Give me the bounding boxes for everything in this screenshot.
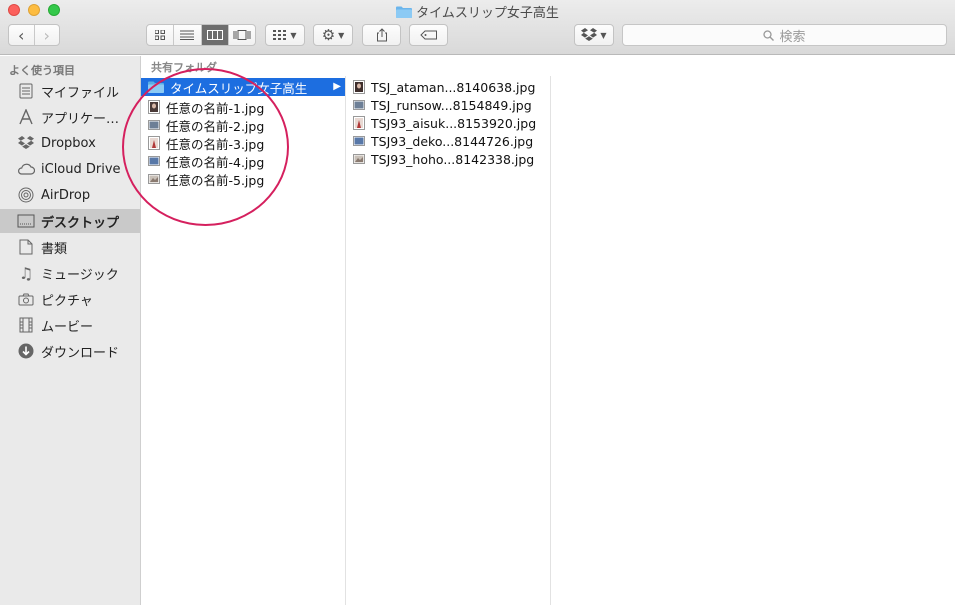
list-icon — [180, 30, 195, 40]
list-item[interactable]: TSJ93_aisuk...8153920.jpg — [346, 114, 536, 132]
column-2: TSJ_ataman...8140638.jpg TSJ_runsow...81… — [346, 76, 551, 605]
sidebar-item-music[interactable]: ♫ ミュージック — [0, 261, 140, 285]
arrange-button[interactable]: ▼ — [265, 24, 305, 46]
list-item[interactable]: TSJ_runsow...8154849.jpg — [346, 96, 532, 114]
toolbar: タイムスリップ女子高生 ‹ › ▼ ⚙ ▼ ▼ 検索 — [0, 0, 955, 55]
forward-button[interactable]: › — [35, 25, 60, 45]
disclosure-arrow-icon: ▶ — [333, 81, 341, 92]
sidebar-heading: よく使う項目 — [9, 64, 75, 77]
dropbox-menu-button[interactable]: ▼ — [574, 24, 614, 46]
camera-icon — [17, 290, 35, 308]
cover-flow-button[interactable] — [229, 25, 255, 45]
cloud-icon — [17, 160, 35, 178]
chevron-down-icon: ▼ — [338, 30, 345, 40]
sidebar-item-applications[interactable]: アプリケー… — [0, 105, 140, 129]
image-thumbnail-icon — [353, 154, 365, 164]
column-3 — [551, 76, 955, 605]
sidebar-item-dropbox[interactable]: Dropbox — [0, 131, 140, 155]
search-placeholder: 検索 — [779, 29, 806, 45]
chevron-down-icon: ▼ — [290, 30, 297, 40]
image-thumbnail-icon — [353, 136, 365, 146]
sidebar-item-all-my-files[interactable]: マイファイル — [0, 79, 140, 103]
image-thumbnail-icon — [353, 116, 365, 130]
list-view-button[interactable] — [174, 25, 202, 45]
image-thumbnail-icon — [353, 80, 365, 94]
edit-tags-button[interactable] — [409, 24, 448, 46]
sidebar-item-documents[interactable]: 書類 — [0, 235, 140, 259]
list-item[interactable]: TSJ_ataman...8140638.jpg — [346, 78, 535, 96]
tag-icon — [419, 30, 437, 40]
folder-icon — [396, 6, 413, 18]
cover-flow-icon — [233, 30, 251, 40]
desktop-icon — [17, 212, 35, 230]
sidebar-item-movies[interactable]: ムービー — [0, 313, 140, 337]
chevron-left-icon: ‹ — [18, 25, 25, 45]
arrange-grid-icon — [273, 30, 287, 40]
gear-icon: ⚙ — [321, 26, 336, 44]
column-view-button[interactable] — [201, 25, 229, 45]
dropbox-icon — [581, 28, 598, 41]
dropbox-icon — [17, 134, 35, 152]
chevron-right-icon: › — [43, 25, 50, 45]
music-icon: ♫ — [18, 263, 34, 283]
back-button[interactable]: ‹ — [9, 25, 35, 45]
sidebar-item-airdrop[interactable]: AirDrop — [0, 183, 140, 207]
download-icon — [17, 342, 35, 360]
view-mode-group — [146, 24, 256, 46]
sidebar-item-pictures[interactable]: ピクチャ — [0, 287, 140, 311]
film-icon — [17, 316, 35, 334]
list-item[interactable]: TSJ93_hoho...8142338.jpg — [346, 150, 534, 168]
icon-view-button[interactable] — [147, 25, 175, 45]
sidebar-item-desktop[interactable]: デスクトップ — [0, 209, 140, 233]
airdrop-icon — [17, 186, 35, 204]
search-field[interactable]: 検索 — [622, 24, 947, 46]
chevron-down-icon: ▼ — [600, 30, 607, 40]
share-button[interactable] — [362, 24, 401, 46]
grid-icon — [155, 30, 166, 40]
annotation-circle — [122, 68, 289, 226]
column-header: 共有フォルダ — [141, 56, 955, 76]
navigation-group: ‹ › — [8, 24, 60, 46]
action-menu-button[interactable]: ⚙ ▼ — [313, 24, 353, 46]
sidebar-item-icloud-drive[interactable]: iCloud Drive — [0, 157, 140, 181]
documents-icon — [17, 238, 35, 256]
sidebar-item-downloads[interactable]: ダウンロード — [0, 339, 140, 363]
all-files-icon — [17, 82, 35, 100]
window-title: タイムスリップ女子高生 — [0, 2, 955, 21]
applications-icon — [17, 108, 35, 126]
search-icon — [763, 29, 775, 41]
image-thumbnail-icon — [353, 100, 365, 110]
columns-icon — [206, 30, 223, 40]
share-icon — [376, 28, 387, 42]
list-item[interactable]: TSJ93_deko...8144726.jpg — [346, 132, 533, 150]
sidebar: よく使う項目 マイファイル アプリケー… Dropbox iCloud Driv… — [0, 56, 141, 605]
